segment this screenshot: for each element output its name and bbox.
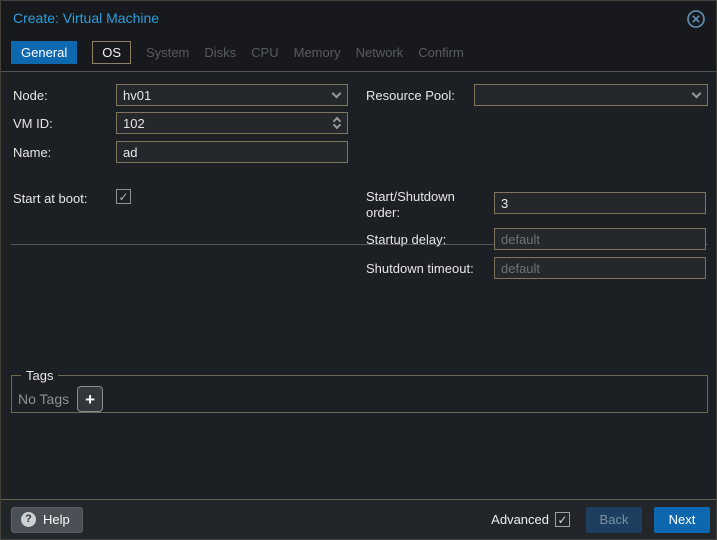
add-tag-button[interactable]: + [77, 386, 104, 412]
dialog-titlebar: Create: Virtual Machine [1, 1, 716, 37]
plus-icon: + [85, 389, 96, 409]
resource-pool-combobox[interactable] [474, 84, 708, 106]
question-icon: ? [21, 512, 36, 527]
help-button[interactable]: ? Help [11, 506, 83, 533]
no-tags-text: No Tags [18, 391, 70, 407]
tab-memory: Memory [293, 45, 341, 60]
startup-delay-input[interactable] [495, 229, 705, 249]
name-label: Name: [13, 145, 52, 160]
order-label: Start/Shutdown order: [366, 189, 455, 220]
tab-general[interactable]: General [11, 41, 78, 64]
resource-pool-label: Resource Pool: [366, 88, 455, 103]
tab-network: Network [355, 45, 404, 60]
tags-fieldset: Tags No Tags + [11, 368, 708, 413]
shutdown-timeout-input[interactable] [495, 258, 705, 278]
dialog-title: Create: Virtual Machine [13, 10, 160, 26]
node-label: Node: [13, 88, 48, 103]
shutdown-timeout-field[interactable] [494, 257, 706, 279]
name-input[interactable] [117, 142, 347, 162]
back-button[interactable]: Back [586, 506, 642, 533]
advanced-label: Advanced [491, 512, 549, 527]
create-vm-dialog: Create: Virtual Machine General OS Syste… [0, 0, 717, 540]
advanced-checkbox[interactable]: ✓ [555, 512, 570, 527]
dialog-footer: ? Help Advanced ✓ Back Next [1, 499, 716, 539]
help-button-label: Help [43, 512, 70, 527]
startup-delay-label: Startup delay: [366, 232, 447, 247]
name-field[interactable] [116, 141, 348, 163]
node-input[interactable] [117, 85, 325, 105]
chevron-down-icon[interactable] [685, 85, 707, 105]
vmid-label: VM ID: [13, 116, 53, 131]
startup-delay-field[interactable] [494, 228, 706, 250]
tab-cpu: CPU [251, 45, 279, 60]
vmid-spinner[interactable] [116, 112, 348, 134]
order-field[interactable] [494, 192, 706, 214]
tab-confirm: Confirm [418, 45, 464, 60]
tab-disks: Disks [204, 45, 237, 60]
resource-pool-input[interactable] [475, 85, 685, 105]
tab-system: System [146, 45, 190, 60]
next-button[interactable]: Next [654, 506, 710, 533]
close-icon[interactable] [686, 9, 706, 29]
start-at-boot-label: Start at boot: [13, 191, 88, 206]
tab-os[interactable]: OS [92, 41, 132, 64]
wizard-tabbar: General OS System Disks CPU Memory Netwo… [11, 41, 464, 64]
shutdown-timeout-label: Shutdown timeout: [366, 261, 474, 276]
general-tab-panel: Node: VM ID: Name: Resource Pool: Start … [1, 71, 716, 501]
tags-legend: Tags [26, 368, 54, 383]
vmid-input[interactable] [117, 113, 327, 133]
chevron-down-icon[interactable] [325, 85, 347, 105]
spinner-arrows-icon[interactable] [327, 113, 347, 133]
order-input[interactable] [495, 193, 705, 213]
start-at-boot-checkbox[interactable]: ✓ [116, 189, 131, 204]
node-combobox[interactable] [116, 84, 348, 106]
